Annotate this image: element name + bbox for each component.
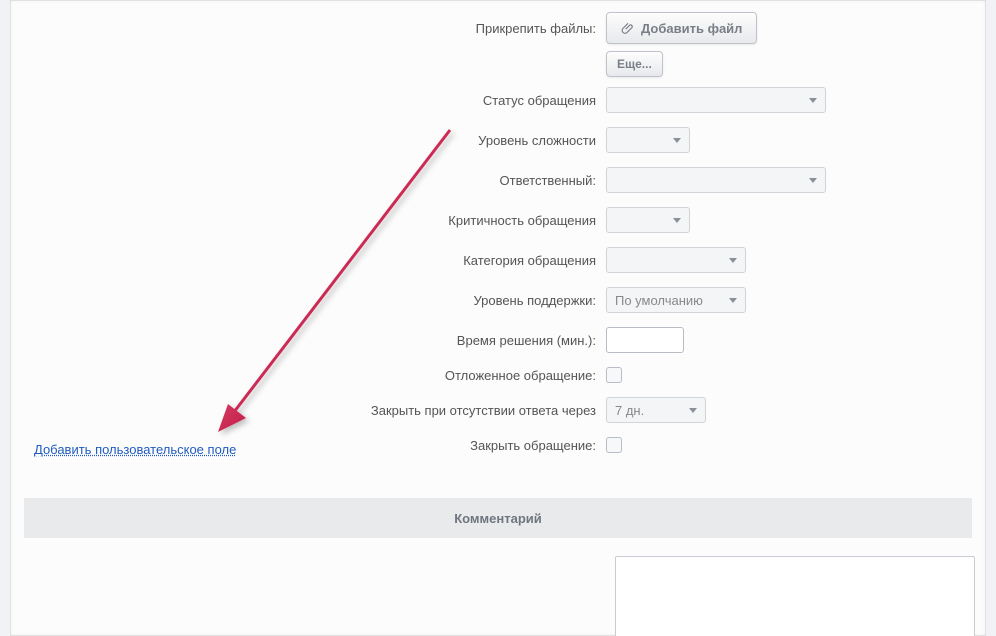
- add-custom-field-link[interactable]: Добавить пользовательское поле: [34, 442, 236, 457]
- comment-textarea[interactable]: [615, 556, 975, 636]
- criticality-label: Критичность обращения: [10, 213, 606, 228]
- difficulty-label: Уровень сложности: [10, 133, 606, 148]
- status-select[interactable]: [606, 87, 826, 113]
- deferred-checkbox[interactable]: [606, 367, 622, 383]
- close-no-reply-select[interactable]: 7 дн.: [606, 397, 706, 423]
- category-label: Категория обращения: [10, 253, 606, 268]
- comment-header-bar: Комментарий: [24, 498, 972, 538]
- support-level-value: По умолчанию: [615, 293, 703, 308]
- comment-header-label: Комментарий: [454, 511, 542, 526]
- resolution-time-input[interactable]: [606, 327, 684, 353]
- category-select[interactable]: [606, 247, 746, 273]
- close-ticket-checkbox[interactable]: [606, 437, 622, 453]
- paperclip-icon: [621, 20, 635, 36]
- resolution-time-label: Время решения (мин.):: [10, 333, 606, 348]
- close-no-reply-label: Закрыть при отсутствии ответа через: [10, 403, 606, 418]
- deferred-label: Отложенное обращение:: [10, 368, 606, 383]
- more-button-label: Еще...: [617, 57, 652, 71]
- more-button[interactable]: Еще...: [606, 51, 663, 77]
- responsible-label: Ответственный:: [10, 173, 606, 188]
- add-file-button-label: Добавить файл: [641, 21, 742, 36]
- attach-files-label: Прикрепить файлы:: [10, 21, 606, 36]
- add-file-button[interactable]: Добавить файл: [606, 12, 757, 44]
- responsible-select[interactable]: [606, 167, 826, 193]
- support-level-label: Уровень поддержки:: [10, 293, 606, 308]
- status-label: Статус обращения: [10, 93, 606, 108]
- difficulty-select[interactable]: [606, 127, 690, 153]
- criticality-select[interactable]: [606, 207, 690, 233]
- support-level-select[interactable]: По умолчанию: [606, 287, 746, 313]
- close-no-reply-value: 7 дн.: [615, 403, 644, 418]
